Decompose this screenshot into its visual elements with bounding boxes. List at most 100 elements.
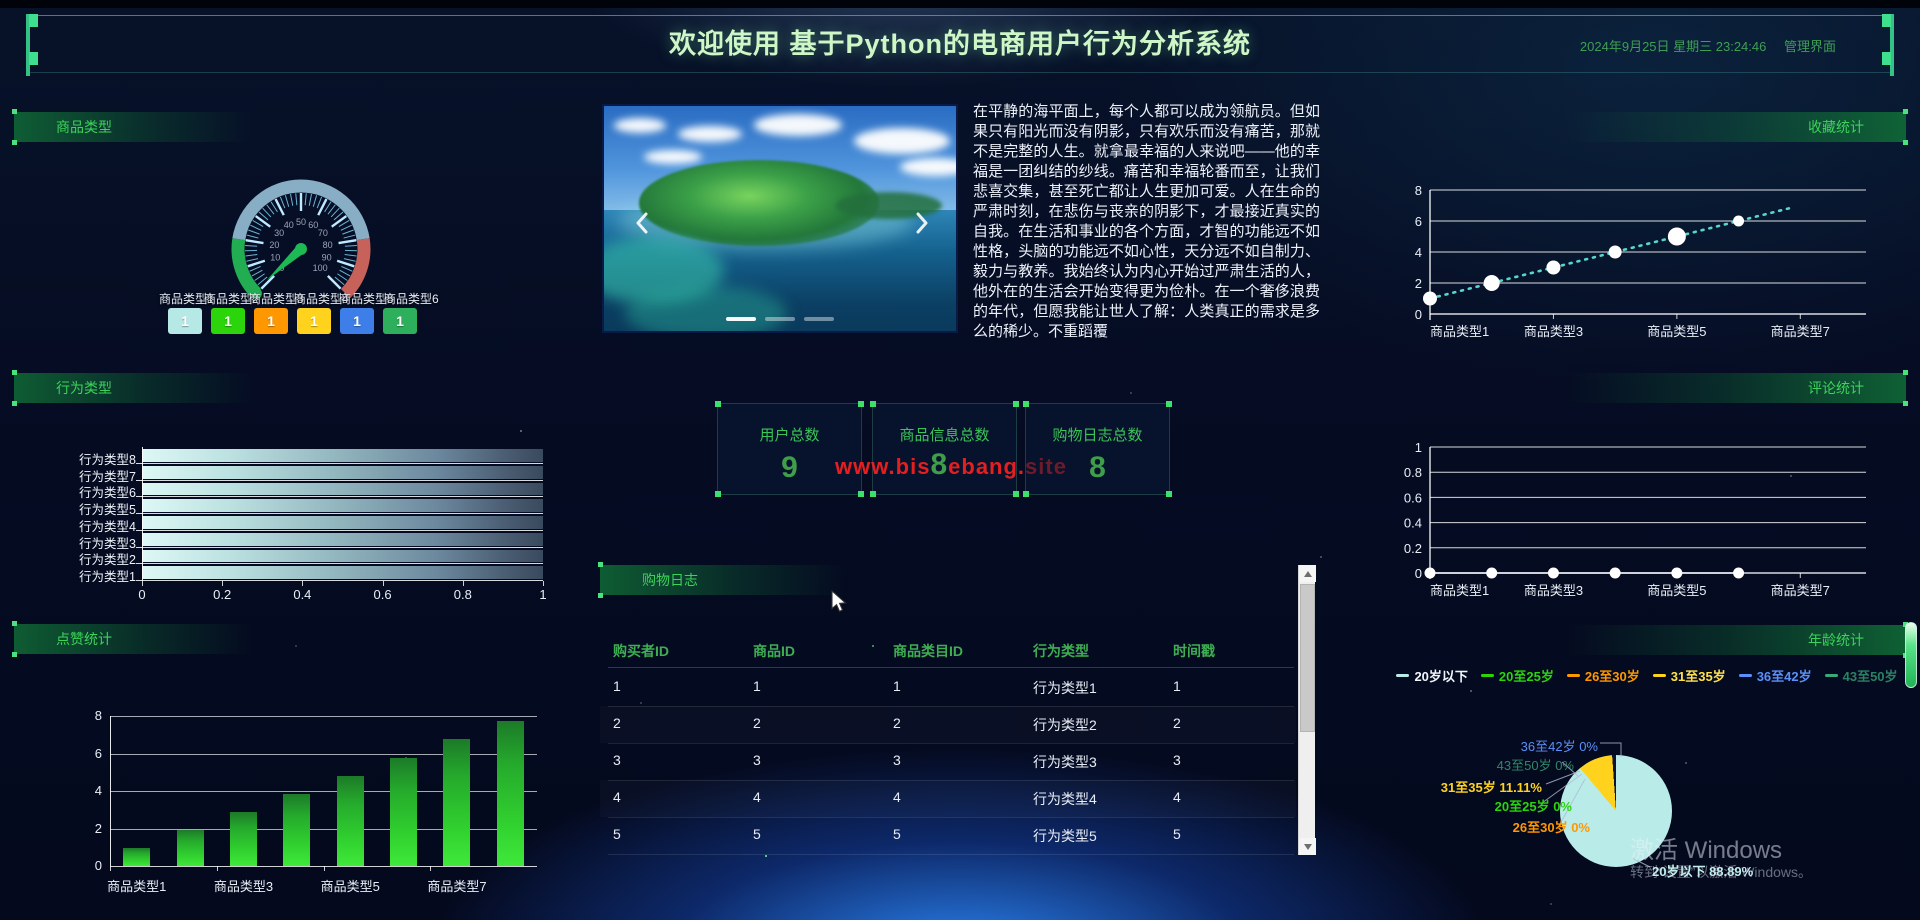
table-cell: 5 <box>893 826 901 842</box>
panel-comment-stats: 评论统计 10.80.60.40.20商品类型1商品类型3商品类型5商品类型7 <box>1384 367 1910 612</box>
header-bottom-line <box>30 72 1890 73</box>
table-column-header: 时间戳 <box>1173 641 1215 661</box>
table-cell: 行为类型4 <box>1033 789 1097 809</box>
behavior-bar <box>142 466 543 479</box>
table-cell: 4 <box>613 789 621 805</box>
table-cell: 4 <box>893 789 901 805</box>
panel-behavior-type: 行为类型 行为类型8行为类型7行为类型6行为类型5行为类型4行为类型3行为类型2… <box>14 367 545 612</box>
svg-text:商品类型5: 商品类型5 <box>1647 583 1706 598</box>
behavior-bar <box>142 550 543 563</box>
favorite-scatter-chart: 86420商品类型1商品类型3商品类型5商品类型7 <box>1384 104 1910 358</box>
behavior-bar-chart: 行为类型8行为类型7行为类型6行为类型5行为类型4行为类型3行为类型2行为类型1… <box>14 367 545 612</box>
svg-text:0.8: 0.8 <box>1404 465 1422 480</box>
svg-text:0.6: 0.6 <box>1404 490 1422 505</box>
windows-activate-watermark-line2: 转到“设置”以激活 Windows。 <box>1630 862 1812 882</box>
gauge-legend-value-box[interactable]: 1 <box>297 308 331 334</box>
like-x-tick: 商品类型5 <box>315 876 385 895</box>
svg-text:商品类型1: 商品类型1 <box>1430 583 1489 598</box>
like-x-tick: 商品类型3 <box>208 876 278 895</box>
behavior-x-tick: 0.8 <box>451 587 475 602</box>
like-y-tick: 8 <box>80 708 102 723</box>
article-text: 在平静的海平面上，每个人都可以成为领航员。但如果只有阳光而没有阴影，只有欢乐而没… <box>973 102 1320 344</box>
table-cell: 5 <box>753 826 761 842</box>
like-y-tick: 0 <box>80 858 102 873</box>
svg-text:商品类型1: 商品类型1 <box>1430 324 1489 339</box>
behavior-x-tick: 0 <box>130 587 154 602</box>
table-cell: 3 <box>893 752 901 768</box>
carousel-next-arrow[interactable] <box>908 208 934 238</box>
carousel-indicator[interactable] <box>726 317 756 321</box>
mouse-cursor <box>830 590 852 614</box>
like-bar <box>390 758 417 866</box>
table-cell: 3 <box>1173 752 1181 768</box>
like-x-tick: 商品类型7 <box>422 876 492 895</box>
gauge-legend-value-box[interactable]: 1 <box>168 308 202 334</box>
comment-line-chart: 10.80.60.40.20商品类型1商品类型3商品类型5商品类型7 <box>1384 367 1910 612</box>
image-carousel[interactable] <box>602 104 958 333</box>
stat-value: 8 <box>1026 451 1169 485</box>
scrollbar-down-arrow[interactable] <box>1299 838 1316 855</box>
table-cell: 5 <box>613 826 621 842</box>
table-column-header: 行为类型 <box>1033 641 1089 661</box>
like-bar <box>230 812 257 866</box>
carousel-prev-arrow[interactable] <box>630 208 656 238</box>
shopping-log-table: 购买者ID商品ID商品类目ID行为类型时间戳111行为类型11222行为类型22… <box>600 563 1320 857</box>
pie-callout-label: 20至25岁 0% <box>1442 796 1572 815</box>
behavior-category-label: 行为类型1 <box>18 566 136 585</box>
svg-text:4: 4 <box>1415 245 1422 260</box>
statbox-products: 商品信息总数 www.bis8ebang.site <box>872 403 1017 495</box>
gauge-legend-value-box[interactable]: 1 <box>383 308 417 334</box>
gauge-legend-value-box[interactable]: 1 <box>340 308 374 334</box>
pie-callout-label: 36至42岁 0% <box>1468 736 1598 755</box>
svg-text:0.2: 0.2 <box>1404 541 1422 556</box>
windows-activate-watermark: 激活 Windows <box>1630 830 1782 865</box>
svg-text:0: 0 <box>1415 307 1422 322</box>
scrollbar-thumb[interactable] <box>1300 584 1315 732</box>
table-cell: 3 <box>753 752 761 768</box>
gauge-legend-value-box[interactable]: 1 <box>254 308 288 334</box>
gauge-legend: 商品类型11商品类型21商品类型31商品类型41商品类型51商品类型61 <box>14 104 545 358</box>
svg-text:0: 0 <box>1415 566 1422 581</box>
like-bar <box>337 776 364 866</box>
gauge-legend-label[interactable]: 商品类型6 <box>384 290 439 307</box>
behavior-bar <box>142 499 543 512</box>
table-column-header: 商品ID <box>753 641 795 661</box>
carousel-indicator[interactable] <box>804 317 834 321</box>
table-cell: 3 <box>613 752 621 768</box>
behavior-bar <box>142 516 543 529</box>
stat-label: 用户总数 <box>718 424 861 445</box>
table-cell: 4 <box>1173 789 1181 805</box>
table-cell: 5 <box>1173 826 1181 842</box>
like-x-tick: 商品类型1 <box>102 876 172 895</box>
behavior-bar <box>142 483 543 496</box>
svg-text:6: 6 <box>1415 214 1422 229</box>
table-cell: 行为类型5 <box>1033 826 1097 846</box>
top-strip <box>0 0 1920 8</box>
gauge-legend-value-box[interactable]: 1 <box>211 308 245 334</box>
header-top-line <box>30 15 1890 16</box>
pie-callout-label: 31至35岁 11.11% <box>1412 777 1542 796</box>
behavior-bar <box>142 566 543 579</box>
like-bar <box>283 794 310 866</box>
stat-value: 8 <box>930 448 948 481</box>
panel-favorite-stats: 收藏统计 86420商品类型1商品类型3商品类型5商品类型7 <box>1384 104 1910 358</box>
scrollbar-up-arrow[interactable] <box>1299 565 1316 582</box>
carousel-indicator[interactable] <box>765 317 795 321</box>
like-bar <box>443 739 470 866</box>
table-cell: 2 <box>753 715 761 731</box>
carousel-indicators <box>726 317 834 321</box>
page-scrollbar-thumb[interactable] <box>1905 622 1917 688</box>
table-cell: 行为类型3 <box>1033 752 1097 772</box>
svg-text:商品类型5: 商品类型5 <box>1647 324 1706 339</box>
admin-link[interactable]: 管理界面 <box>1784 39 1836 54</box>
like-y-tick: 4 <box>80 783 102 798</box>
table-scrollbar[interactable] <box>1298 565 1315 855</box>
behavior-bar <box>142 533 543 546</box>
statbox-logs: 购物日志总数 8 <box>1025 403 1170 495</box>
like-bar <box>123 848 150 866</box>
svg-text:0.4: 0.4 <box>1404 516 1422 531</box>
table-column-header: 购买者ID <box>613 641 669 661</box>
stat-label: 购物日志总数 <box>1026 424 1169 445</box>
svg-text:8: 8 <box>1415 183 1422 198</box>
table-cell: 行为类型1 <box>1033 678 1097 698</box>
